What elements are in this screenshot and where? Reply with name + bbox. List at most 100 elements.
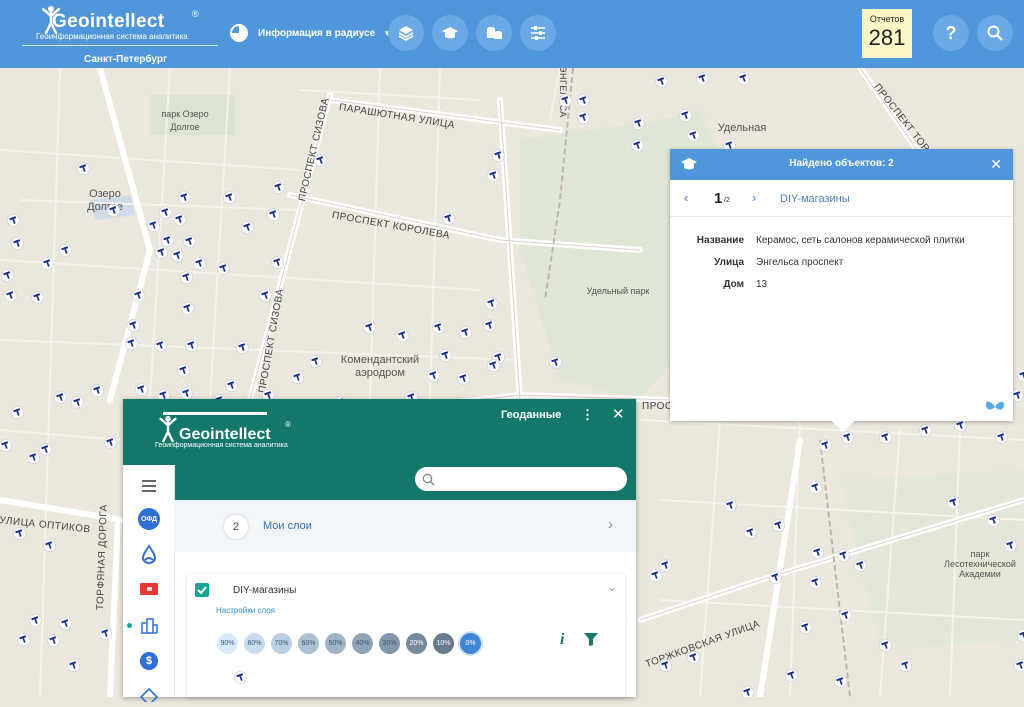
shop-marker-icon[interactable] xyxy=(955,420,966,431)
shop-marker-icon[interactable] xyxy=(108,205,119,216)
shop-marker-icon[interactable] xyxy=(948,497,959,508)
collapse-chevron-icon[interactable]: ⌄ xyxy=(607,580,617,594)
shop-marker-icon[interactable] xyxy=(148,220,159,231)
opacity-option[interactable]: 50% xyxy=(325,633,346,654)
shop-marker-icon[interactable] xyxy=(428,370,439,381)
shop-marker-icon[interactable] xyxy=(78,163,89,174)
help-button[interactable]: ? xyxy=(933,15,969,51)
shop-marker-icon[interactable] xyxy=(105,437,116,448)
shop-marker-icon[interactable] xyxy=(773,520,784,531)
shop-marker-icon[interactable] xyxy=(60,618,71,629)
layers-button[interactable] xyxy=(388,15,424,51)
shop-marker-icon[interactable] xyxy=(0,440,11,451)
search-button[interactable] xyxy=(977,15,1013,51)
more-menu-icon[interactable]: ⋮ xyxy=(581,407,594,423)
shop-marker-icon[interactable] xyxy=(835,676,846,687)
shop-marker-icon[interactable] xyxy=(433,322,444,333)
shop-marker-icon[interactable] xyxy=(8,215,19,226)
shop-marker-icon[interactable] xyxy=(632,140,643,151)
my-layers-row[interactable]: 2 Мои слои › xyxy=(174,500,636,552)
shop-marker-icon[interactable] xyxy=(880,432,891,443)
shop-marker-icon[interactable] xyxy=(880,640,891,651)
shop-marker-icon[interactable] xyxy=(272,257,283,268)
shop-marker-icon[interactable] xyxy=(488,360,499,371)
layer-search-input[interactable] xyxy=(415,467,627,491)
shop-marker-icon[interactable] xyxy=(486,298,497,309)
shop-marker-icon[interactable] xyxy=(443,213,454,224)
shop-marker-icon[interactable] xyxy=(484,320,495,331)
shop-marker-icon[interactable] xyxy=(1018,370,1024,381)
shop-marker-icon[interactable] xyxy=(55,392,66,403)
shop-marker-icon[interactable] xyxy=(14,528,25,539)
education-button[interactable] xyxy=(432,15,468,51)
city-label[interactable]: Санкт-Петербург xyxy=(84,54,167,65)
shop-marker-icon[interactable] xyxy=(160,207,171,218)
opacity-option[interactable]: 40% xyxy=(352,633,373,654)
radius-info-dropdown[interactable]: Информация в радиусе ▼ xyxy=(230,24,391,42)
shop-marker-icon[interactable] xyxy=(292,372,303,383)
shop-marker-icon[interactable] xyxy=(268,209,279,220)
ofd-button[interactable]: ОФД xyxy=(137,507,161,531)
shop-marker-icon[interactable] xyxy=(560,95,571,106)
shop-marker-icon[interactable] xyxy=(770,572,781,583)
shop-marker-icon[interactable] xyxy=(237,342,248,353)
shop-marker-icon[interactable] xyxy=(136,384,147,395)
opacity-option[interactable]: 70% xyxy=(271,633,292,654)
shop-marker-icon[interactable] xyxy=(178,365,189,376)
shop-marker-icon[interactable] xyxy=(42,258,53,269)
shop-marker-icon[interactable] xyxy=(742,687,753,697)
shop-marker-icon[interactable] xyxy=(155,340,166,351)
opacity-option[interactable]: 10% xyxy=(433,633,454,654)
shop-marker-icon[interactable] xyxy=(397,330,408,341)
shop-marker-icon[interactable] xyxy=(900,660,911,671)
shop-marker-icon[interactable] xyxy=(650,570,661,581)
shop-marker-icon[interactable] xyxy=(493,150,504,161)
shop-marker-icon[interactable] xyxy=(820,440,831,451)
shop-marker-icon[interactable] xyxy=(12,407,23,418)
shop-marker-icon[interactable] xyxy=(172,250,183,261)
shop-marker-icon[interactable] xyxy=(1005,540,1016,551)
shop-marker-icon[interactable] xyxy=(488,170,499,181)
shop-marker-icon[interactable] xyxy=(855,560,866,571)
shop-marker-icon[interactable] xyxy=(1015,660,1024,671)
shop-marker-icon[interactable] xyxy=(72,397,83,408)
shop-marker-icon[interactable] xyxy=(633,118,644,129)
shop-marker-icon[interactable] xyxy=(660,660,671,671)
shop-marker-icon[interactable] xyxy=(181,272,192,283)
shop-marker-icon[interactable] xyxy=(60,245,71,256)
shop-marker-icon[interactable] xyxy=(44,540,55,551)
reports-counter[interactable]: Отчетов 281 xyxy=(862,9,912,58)
shop-marker-icon[interactable] xyxy=(186,340,197,351)
shop-marker-icon[interactable] xyxy=(458,373,469,384)
shop-marker-icon[interactable] xyxy=(725,500,736,511)
water-layer-button[interactable] xyxy=(137,542,161,566)
opacity-option[interactable]: 30% xyxy=(379,633,400,654)
finance-button[interactable] xyxy=(476,15,512,51)
shop-marker-icon[interactable] xyxy=(2,270,13,281)
shop-marker-icon[interactable] xyxy=(838,550,849,561)
shop-marker-icon[interactable] xyxy=(174,214,185,225)
filters-button[interactable] xyxy=(520,15,556,51)
shop-marker-icon[interactable] xyxy=(5,290,16,301)
opacity-option[interactable]: 60% xyxy=(298,633,319,654)
shop-marker-icon[interactable] xyxy=(745,527,756,538)
shop-marker-icon[interactable] xyxy=(578,112,589,123)
shop-marker-icon[interactable] xyxy=(40,444,51,455)
shop-marker-icon[interactable] xyxy=(315,155,326,166)
shop-marker-icon[interactable] xyxy=(800,622,811,633)
shop-marker-icon[interactable] xyxy=(48,635,59,646)
shop-marker-icon[interactable] xyxy=(162,235,173,246)
shop-marker-icon[interactable] xyxy=(996,432,1007,443)
shop-marker-icon[interactable] xyxy=(1018,630,1024,641)
shop-marker-icon[interactable] xyxy=(840,610,851,621)
bank-card-layer-button[interactable] xyxy=(137,577,161,601)
layer-checkbox[interactable] xyxy=(195,583,209,597)
shop-marker-icon[interactable] xyxy=(179,192,190,203)
prev-page-icon[interactable]: ‹ xyxy=(684,190,688,205)
shop-marker-icon[interactable] xyxy=(310,356,321,367)
shop-marker-icon[interactable] xyxy=(697,73,708,84)
shop-marker-icon[interactable] xyxy=(181,388,192,399)
shop-marker-icon[interactable] xyxy=(32,292,43,303)
butterfly-icon[interactable] xyxy=(985,400,1005,414)
opacity-option[interactable]: 0% xyxy=(460,633,481,654)
